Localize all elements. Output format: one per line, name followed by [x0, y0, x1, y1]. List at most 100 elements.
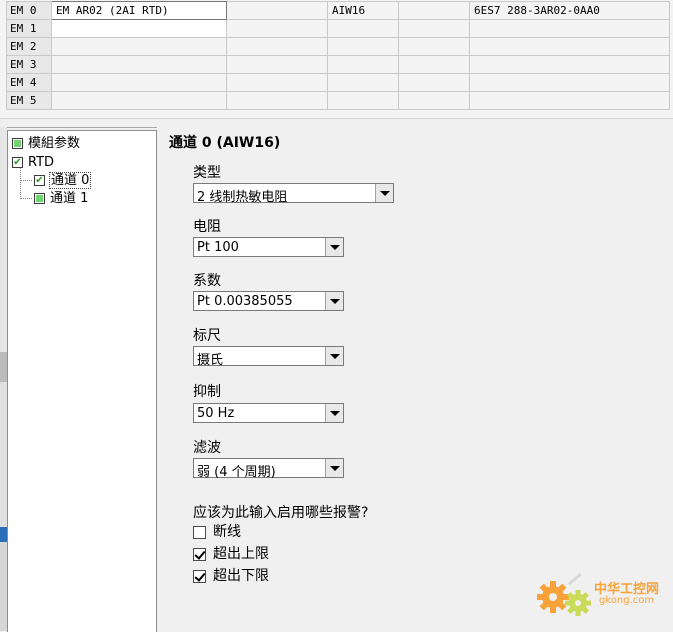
- edge-segment: [0, 542, 7, 631]
- edge-segment: [0, 382, 7, 527]
- watermark: 中华工控网 gkong.com: [533, 570, 673, 625]
- scale-label: 标尺: [193, 328, 221, 344]
- table-row[interactable]: EM 4: [6, 73, 670, 92]
- edge-segment: [0, 127, 7, 352]
- order-number-cell[interactable]: [469, 73, 670, 92]
- tree-connector-line: [20, 168, 21, 199]
- table-cell[interactable]: [398, 55, 470, 74]
- filter-value: 弱 (4 个周期): [197, 465, 276, 480]
- parameter-tree: 模組参数 ✔ RTD ✔ 通道 0 通道 1: [7, 130, 157, 632]
- module-cell[interactable]: [51, 37, 227, 56]
- wire-break-checkbox[interactable]: 断线: [193, 523, 241, 541]
- slot-cell: EM 1: [6, 19, 52, 38]
- tree-item-label: RTD: [28, 155, 55, 170]
- coefficient-select[interactable]: Pt 0.00385055: [193, 291, 344, 311]
- table-cell[interactable]: [226, 37, 328, 56]
- type-value: 2 线制热敏电阻: [197, 190, 288, 205]
- tree-connector-line: [20, 198, 32, 199]
- checkbox-icon[interactable]: [193, 525, 206, 539]
- chevron-down-icon[interactable]: [375, 184, 393, 202]
- coefficient-value: Pt 0.00385055: [197, 294, 293, 309]
- type-select[interactable]: 2 线制热敏电阻: [193, 183, 394, 205]
- rejection-select[interactable]: 50 Hz: [193, 403, 344, 423]
- tree-item-module-params[interactable]: 模組参数: [12, 135, 80, 152]
- check-icon: ✔: [12, 157, 23, 168]
- tree-item-label: 通道 1: [50, 191, 89, 206]
- module-cell[interactable]: EM AR02 (2AI RTD): [51, 1, 227, 20]
- order-number-cell[interactable]: [469, 55, 670, 74]
- table-cell[interactable]: [226, 91, 328, 110]
- filter-select[interactable]: 弱 (4 个周期): [193, 458, 344, 480]
- slot-cell: EM 5: [6, 91, 52, 110]
- tree-connector-line: [20, 180, 32, 181]
- tree-checkbox-icon: [34, 193, 45, 204]
- tree-item-channel-0[interactable]: ✔ 通道 0: [34, 172, 92, 189]
- order-number-cell[interactable]: [469, 91, 670, 110]
- module-table: EM 0 EM AR02 (2AI RTD) AIW16 6ES7 288-3A…: [6, 1, 670, 110]
- resistance-label: 电阻: [193, 219, 221, 235]
- table-cell[interactable]: [226, 1, 328, 20]
- type-label: 类型: [193, 165, 221, 181]
- table-cell[interactable]: [226, 55, 328, 74]
- address-cell[interactable]: [327, 91, 399, 110]
- chevron-down-icon[interactable]: [325, 459, 343, 477]
- address-cell[interactable]: [327, 19, 399, 38]
- rejection-label: 抑制: [193, 384, 221, 400]
- lower-limit-checkbox[interactable]: 超出下限: [193, 567, 269, 585]
- background-window-edge: [0, 127, 7, 631]
- table-cell[interactable]: [226, 73, 328, 92]
- table-cell[interactable]: [398, 73, 470, 92]
- rejection-value: 50 Hz: [197, 406, 235, 421]
- chevron-down-icon[interactable]: [325, 347, 343, 365]
- upper-limit-checkbox[interactable]: 超出上限: [193, 545, 269, 563]
- table-cell[interactable]: [398, 91, 470, 110]
- checkbox-label: 超出上限: [213, 546, 269, 562]
- module-cell[interactable]: [51, 91, 227, 110]
- scale-select[interactable]: 摄氏: [193, 346, 344, 368]
- address-cell[interactable]: AIW16: [327, 1, 399, 20]
- check-icon: ✔: [34, 175, 45, 186]
- resistance-select[interactable]: Pt 100: [193, 237, 344, 257]
- checkbox-label: 超出下限: [213, 568, 269, 584]
- order-number-cell[interactable]: 6ES7 288-3AR02-0AA0: [469, 1, 670, 20]
- order-number-cell[interactable]: [469, 37, 670, 56]
- chevron-down-icon[interactable]: [325, 292, 343, 310]
- table-row[interactable]: EM 1: [6, 19, 670, 38]
- table-row[interactable]: EM 2: [6, 37, 670, 56]
- chevron-down-icon[interactable]: [325, 238, 343, 256]
- tree-item-rtd[interactable]: ✔ RTD: [12, 154, 54, 171]
- address-cell[interactable]: [327, 73, 399, 92]
- tree-checkbox-icon: [12, 138, 23, 149]
- scale-value: 摄氏: [197, 353, 224, 368]
- slot-cell: EM 4: [6, 73, 52, 92]
- table-row[interactable]: EM 5: [6, 91, 670, 110]
- gear-logo-icon: [537, 572, 591, 616]
- edge-segment: [0, 352, 7, 382]
- table-row[interactable]: EM 0 EM AR02 (2AI RTD) AIW16 6ES7 288-3A…: [6, 1, 670, 20]
- edge-segment: [0, 527, 7, 542]
- page-title: 通道 0 (AIW16): [169, 135, 281, 151]
- module-grid: EM 0 EM AR02 (2AI RTD) AIW16 6ES7 288-3A…: [0, 0, 673, 118]
- table-cell[interactable]: [398, 1, 470, 20]
- module-cell[interactable]: [51, 55, 227, 74]
- tree-item-label: 通道 0: [48, 172, 92, 189]
- address-cell[interactable]: [327, 37, 399, 56]
- tree-item-channel-1[interactable]: 通道 1: [34, 190, 88, 207]
- coefficient-label: 系数: [193, 273, 221, 289]
- table-cell[interactable]: [398, 19, 470, 38]
- order-number-cell[interactable]: [469, 19, 670, 38]
- table-cell[interactable]: [398, 37, 470, 56]
- checkbox-checked-icon[interactable]: [193, 569, 206, 583]
- watermark-site: gkong.com: [599, 595, 655, 606]
- checkbox-label: 断线: [213, 524, 241, 540]
- module-cell[interactable]: [51, 73, 227, 92]
- alarm-question: 应该为此输入启用哪些报警?: [193, 505, 369, 521]
- checkbox-checked-icon[interactable]: [193, 547, 206, 561]
- table-cell[interactable]: [226, 19, 328, 38]
- tree-item-label: 模組参数: [28, 136, 81, 151]
- table-row[interactable]: EM 3: [6, 55, 670, 74]
- filter-label: 滤波: [193, 440, 221, 456]
- chevron-down-icon[interactable]: [325, 404, 343, 422]
- module-cell[interactable]: [51, 19, 227, 38]
- address-cell[interactable]: [327, 55, 399, 74]
